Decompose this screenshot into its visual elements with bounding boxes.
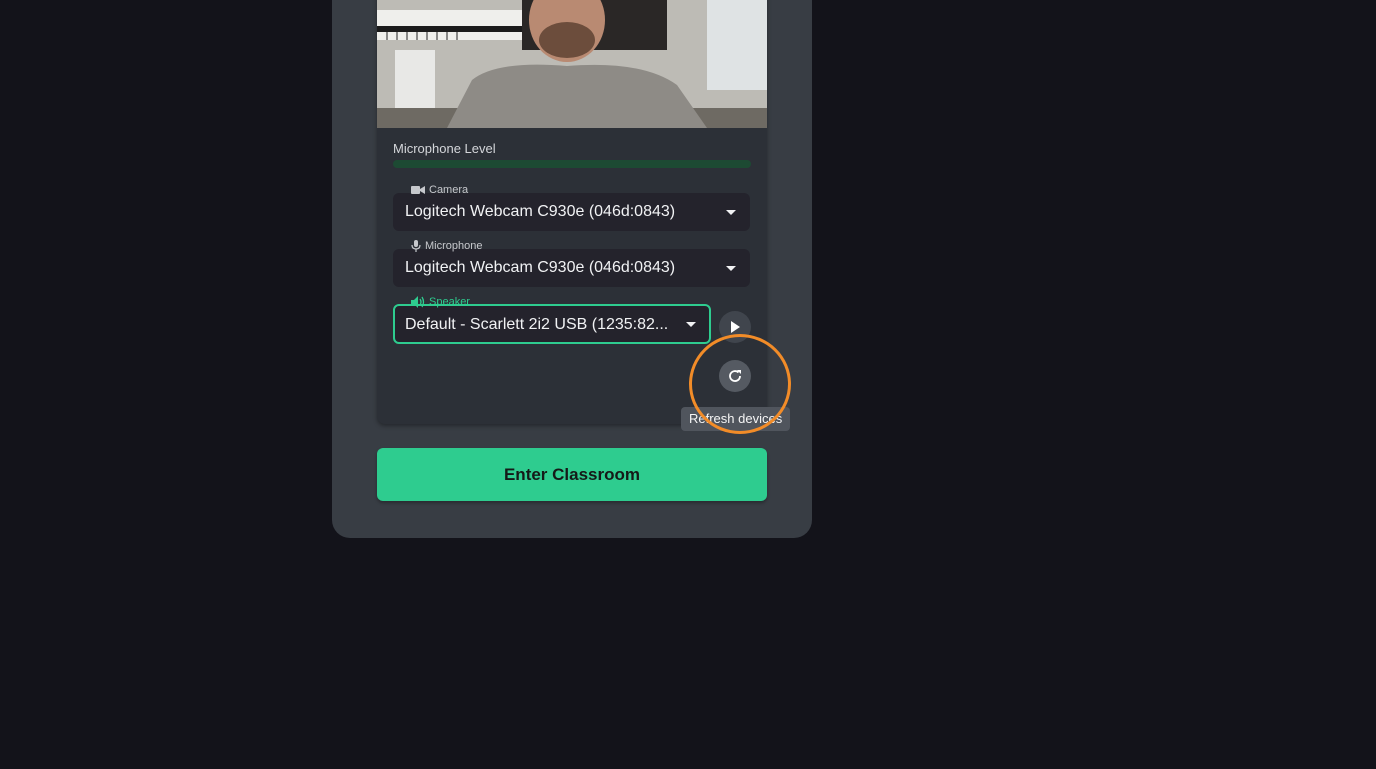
camera-select[interactable]: Camera Logitech Webcam C930e (046d:0843) — [393, 184, 750, 231]
speaker-select-legend: Speaker — [409, 295, 472, 309]
speaker-select-label: Speaker — [429, 296, 470, 308]
microphone-select-value: Logitech Webcam C930e (046d:0843) — [405, 259, 676, 276]
camera-select-legend: Camera — [409, 183, 470, 197]
refresh-icon — [729, 370, 741, 382]
refresh-devices-tooltip: Refresh devices — [681, 407, 791, 431]
refresh-devices-button[interactable] — [719, 360, 751, 392]
chevron-down-icon — [726, 266, 736, 271]
speaker-select[interactable]: Speaker Default - Scarlett 2i2 USB (1235… — [393, 296, 711, 344]
microphone-select[interactable]: Microphone Logitech Webcam C930e (046d:0… — [393, 240, 750, 287]
microphone-select-legend: Microphone — [409, 239, 484, 253]
camera-select-label: Camera — [429, 184, 469, 196]
microphone-level-label: Microphone Level — [393, 141, 496, 156]
microphone-select-label: Microphone — [425, 240, 483, 252]
chevron-down-icon — [726, 210, 736, 215]
test-speaker-button[interactable] — [719, 311, 751, 343]
enter-classroom-button[interactable]: Enter Classroom — [377, 448, 767, 501]
chevron-down-icon — [686, 322, 696, 327]
camera-preview-image — [377, 0, 767, 128]
speaker-icon — [411, 296, 425, 308]
camera-select-value: Logitech Webcam C930e (046d:0843) — [405, 203, 676, 220]
camera-preview-video — [377, 0, 767, 128]
play-icon — [731, 321, 740, 333]
microphone-level-meter — [393, 160, 751, 168]
microphone-icon — [411, 240, 421, 252]
speaker-select-value: Default - Scarlett 2i2 USB (1235:82... — [405, 316, 669, 333]
video-camera-icon — [411, 186, 425, 194]
